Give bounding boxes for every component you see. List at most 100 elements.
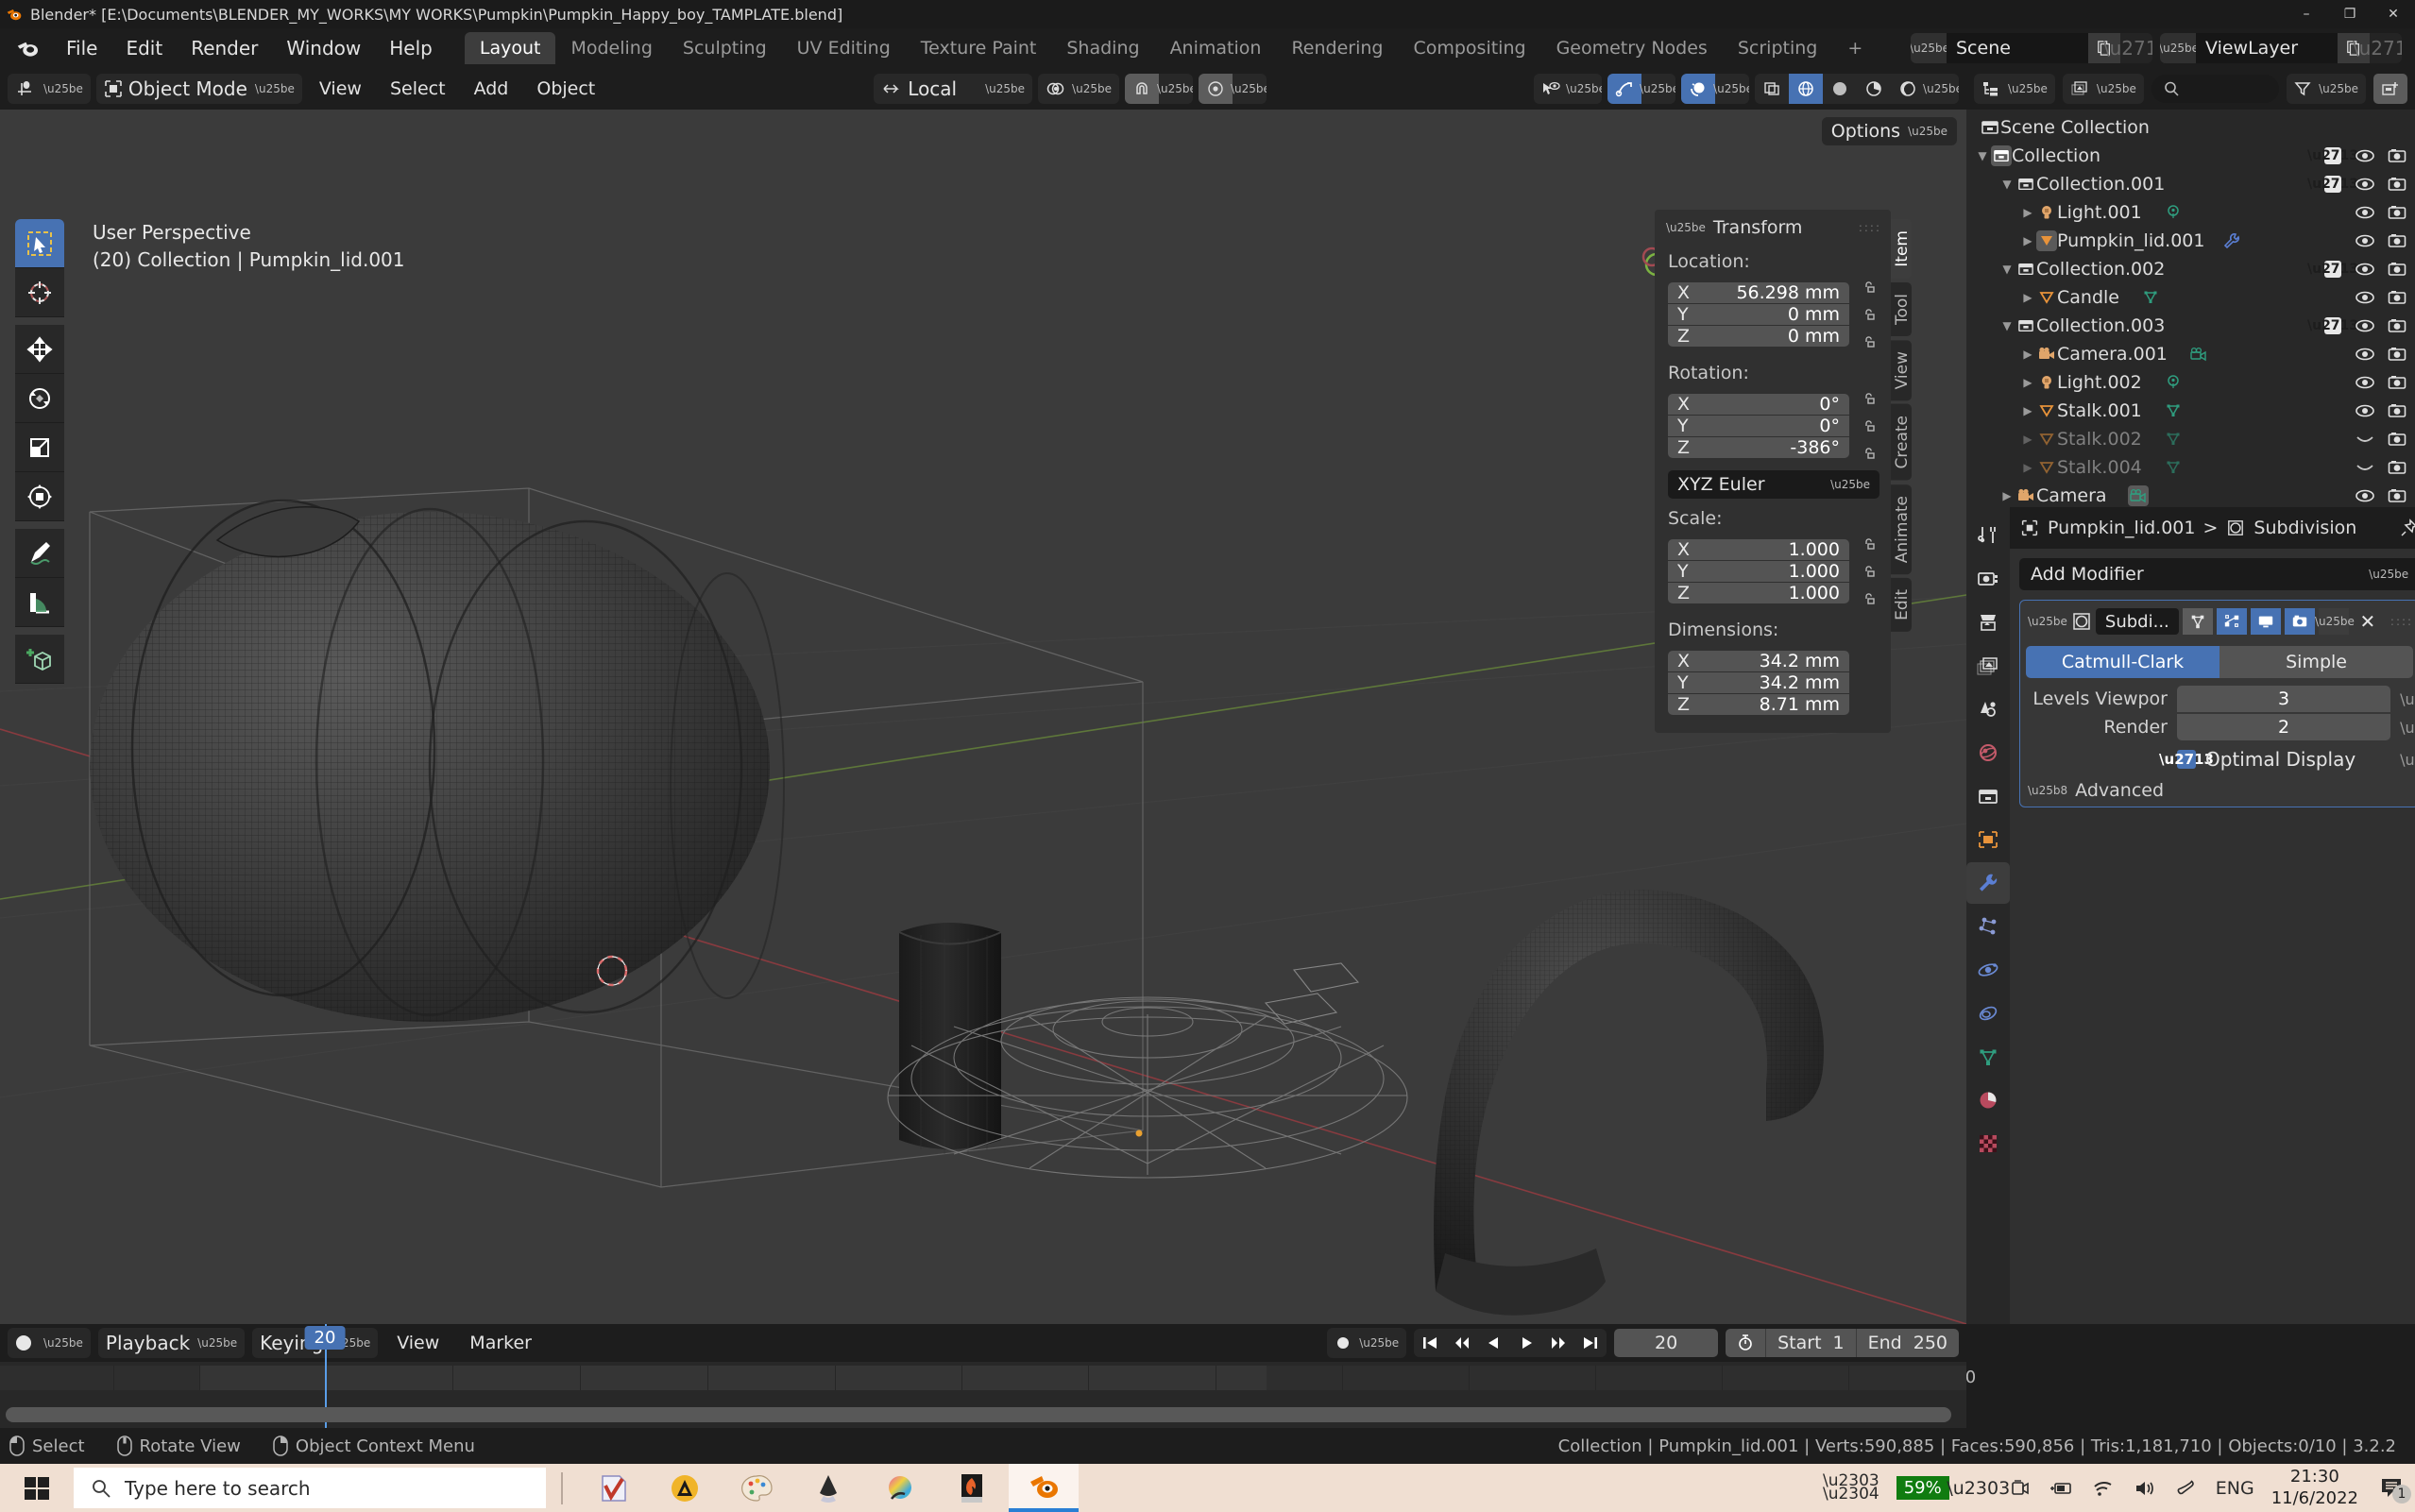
n-panel-tab-item[interactable]: Item <box>1889 219 1912 279</box>
outliner-row-collection-002[interactable]: ▼ Collection.002 \u2713 <box>1966 255 2415 283</box>
mesh-data-icon[interactable] <box>2140 287 2161 308</box>
disclosure-triangle-icon[interactable]: ▶ <box>2019 234 2036 247</box>
camera-render-icon[interactable] <box>2387 372 2407 393</box>
camera-render-icon[interactable] <box>2387 230 2407 251</box>
outliner-search-input[interactable] <box>2151 75 2280 103</box>
lock-location-z-icon[interactable] <box>1857 329 1881 355</box>
eye-icon[interactable] <box>2355 344 2375 365</box>
tweak-select-tool-icon[interactable] <box>15 219 64 268</box>
shading-wireframe-icon[interactable] <box>1789 74 1823 104</box>
3d-viewport[interactable]: \u25be Object Mode \u25be View Select Ad… <box>0 68 1966 1324</box>
outliner-row-scene-collection[interactable]: Scene Collection <box>1966 113 2415 142</box>
breadcrumb-object-label[interactable]: Pumpkin_lid.001 <box>2048 518 2195 538</box>
outliner-row-pumpkin-lid-001[interactable]: ▶ Pumpkin_lid.001 <box>1966 227 2415 255</box>
close-button[interactable]: ✕ <box>2372 0 2415 28</box>
remove-modifier-button[interactable]: ✕ <box>2353 608 2383 635</box>
tray-scroll-arrows-icon[interactable]: \u2303 \u2304 <box>1823 1473 1879 1502</box>
eye-icon[interactable] <box>2355 485 2375 506</box>
texture-tab-icon[interactable] <box>1966 1123 2010 1164</box>
disclosure-triangle-icon[interactable]: ▼ <box>1998 319 2015 332</box>
add-workspace-button[interactable]: + <box>1832 32 1878 64</box>
camera-data-icon[interactable] <box>2188 344 2209 365</box>
maximize-button[interactable]: ❐ <box>2328 0 2372 28</box>
blender-menu-logo-icon[interactable] <box>13 36 42 60</box>
disclosure-triangle-icon[interactable]: ▶ <box>2019 291 2036 304</box>
pin-icon[interactable] <box>2399 518 2415 538</box>
language-indicator[interactable]: ENG <box>2216 1478 2254 1499</box>
dimensions-z-field[interactable]: Z 8.71 mm <box>1668 694 1849 715</box>
toggle-xray-icon[interactable] <box>1755 74 1789 104</box>
eye-icon[interactable] <box>2355 230 2375 251</box>
autodesk-icon[interactable] <box>650 1464 720 1512</box>
transform-tool-icon[interactable] <box>15 472 64 521</box>
workspace-tab-geometry-nodes[interactable]: Geometry Nodes <box>1541 32 1723 64</box>
n-panel-tab-edit[interactable]: Edit <box>1889 577 1912 632</box>
rotation-mode-selector[interactable]: XYZ Euler \u25be <box>1668 470 1879 499</box>
viewport-options-button[interactable]: Options \u25be <box>1821 117 1957 145</box>
measure-tool-icon[interactable] <box>15 578 64 627</box>
lock-scale-y-icon[interactable] <box>1857 558 1881 585</box>
play-reverse-button[interactable] <box>1478 1329 1510 1357</box>
jump-to-start-button[interactable] <box>1414 1329 1446 1357</box>
light-data-icon[interactable] <box>2163 372 2184 393</box>
jump-to-end-button[interactable] <box>1574 1329 1607 1357</box>
visibility-dropdown[interactable]: \u25be <box>1566 74 1602 104</box>
proportional-falloff-selector[interactable]: \u25be <box>1231 74 1267 104</box>
workspace-tab-scripting[interactable]: Scripting <box>1723 32 1833 64</box>
timeline-menu-marker[interactable]: Marker <box>458 1329 543 1357</box>
outliner-row-collection-003[interactable]: ▼ Collection.003 \u2713 <box>1966 312 2415 340</box>
notifications-icon[interactable]: 1 <box>2375 1476 2411 1504</box>
panel-drag-dots-icon[interactable]: :::: <box>1859 221 1881 234</box>
workspace-tab-shading[interactable]: Shading <box>1051 32 1154 64</box>
shading-solid-icon[interactable] <box>1823 74 1857 104</box>
outliner-row-light-002[interactable]: ▶ Light.002 <box>1966 368 2415 397</box>
eye-icon[interactable] <box>2355 174 2375 195</box>
frame-start-input[interactable]: Start 1 <box>1766 1329 1857 1357</box>
fire-app-icon[interactable] <box>937 1464 1007 1512</box>
location-z-field[interactable]: Z 0 mm <box>1668 326 1849 347</box>
taskbar-clock[interactable]: 21:30 11/6/2022 <box>2271 1467 2358 1509</box>
n-panel-tab-create[interactable]: Create <box>1889 404 1912 481</box>
object-visibility-icon[interactable] <box>1534 74 1568 104</box>
rotation-y-field[interactable]: Y 0° <box>1668 416 1849 436</box>
menu-help[interactable]: Help <box>376 33 446 63</box>
frame-end-input[interactable]: End 250 <box>1857 1329 1959 1357</box>
krita-icon[interactable] <box>865 1464 935 1512</box>
light-data-icon[interactable] <box>2163 202 2184 223</box>
outliner-row-camera[interactable]: ▶ Camera <box>1966 482 2415 510</box>
scale-tool-icon[interactable] <box>15 423 64 472</box>
modifier-tab-icon[interactable] <box>1966 862 2010 904</box>
pivot-point-selector[interactable]: \u25be <box>1038 74 1119 104</box>
outliner-editor[interactable]: \u25be \u25be \u25be Scene Collection ▼ … <box>1966 68 2415 507</box>
snap-magnet-icon[interactable] <box>1124 74 1159 104</box>
display-in-viewport-icon[interactable] <box>2250 608 2281 635</box>
blender-icon[interactable] <box>1009 1464 1079 1512</box>
shading-material-preview-icon[interactable] <box>1857 74 1891 104</box>
n-panel-tab-tool[interactable]: Tool <box>1889 281 1912 336</box>
scene-tab-icon[interactable] <box>1966 688 2010 730</box>
render-levels-value[interactable]: 2 <box>2177 714 2391 740</box>
transform-panel-header[interactable]: \u25be Transform :::: <box>1655 210 1891 246</box>
mesh-data-icon[interactable] <box>2163 400 2184 421</box>
eye-icon[interactable] <box>2355 315 2375 336</box>
collection-exclude-checkbox[interactable]: \u2713 <box>2307 176 2358 193</box>
data-tab-icon[interactable] <box>1966 1036 2010 1078</box>
workspace-tab-texture-paint[interactable]: Texture Paint <box>906 32 1052 64</box>
lock-location-y-icon[interactable] <box>1857 301 1881 328</box>
current-frame-input[interactable]: 20 <box>1614 1329 1719 1357</box>
disclosure-triangle-icon[interactable]: ▼ <box>1998 263 2015 276</box>
outliner-row-stalk-001[interactable]: ▶ Stalk.001 <box>1966 397 2415 425</box>
location-y-field[interactable]: Y 0 mm <box>1668 304 1849 325</box>
collection-tab-icon[interactable] <box>1966 775 2010 817</box>
proportional-edit-icon[interactable] <box>1198 74 1233 104</box>
outliner-editor-type-selector[interactable]: \u25be <box>1974 74 2055 104</box>
battery-percent-badge[interactable]: 59% <box>1896 1476 1949 1500</box>
show-on-cage-icon[interactable] <box>2182 608 2213 635</box>
breadcrumb-modifier-label[interactable]: Subdivision <box>2253 518 2356 538</box>
playhead-frame-label[interactable]: 20 <box>304 1326 346 1350</box>
workspace-tab-uv-editing[interactable]: UV Editing <box>782 32 906 64</box>
camera-render-icon[interactable] <box>2387 174 2407 195</box>
world-tab-icon[interactable] <box>1966 732 2010 773</box>
modifier-drag-dots-icon[interactable]: :::: <box>2390 615 2413 628</box>
outliner-row-light-001[interactable]: ▶ Light.001 <box>1966 198 2415 227</box>
